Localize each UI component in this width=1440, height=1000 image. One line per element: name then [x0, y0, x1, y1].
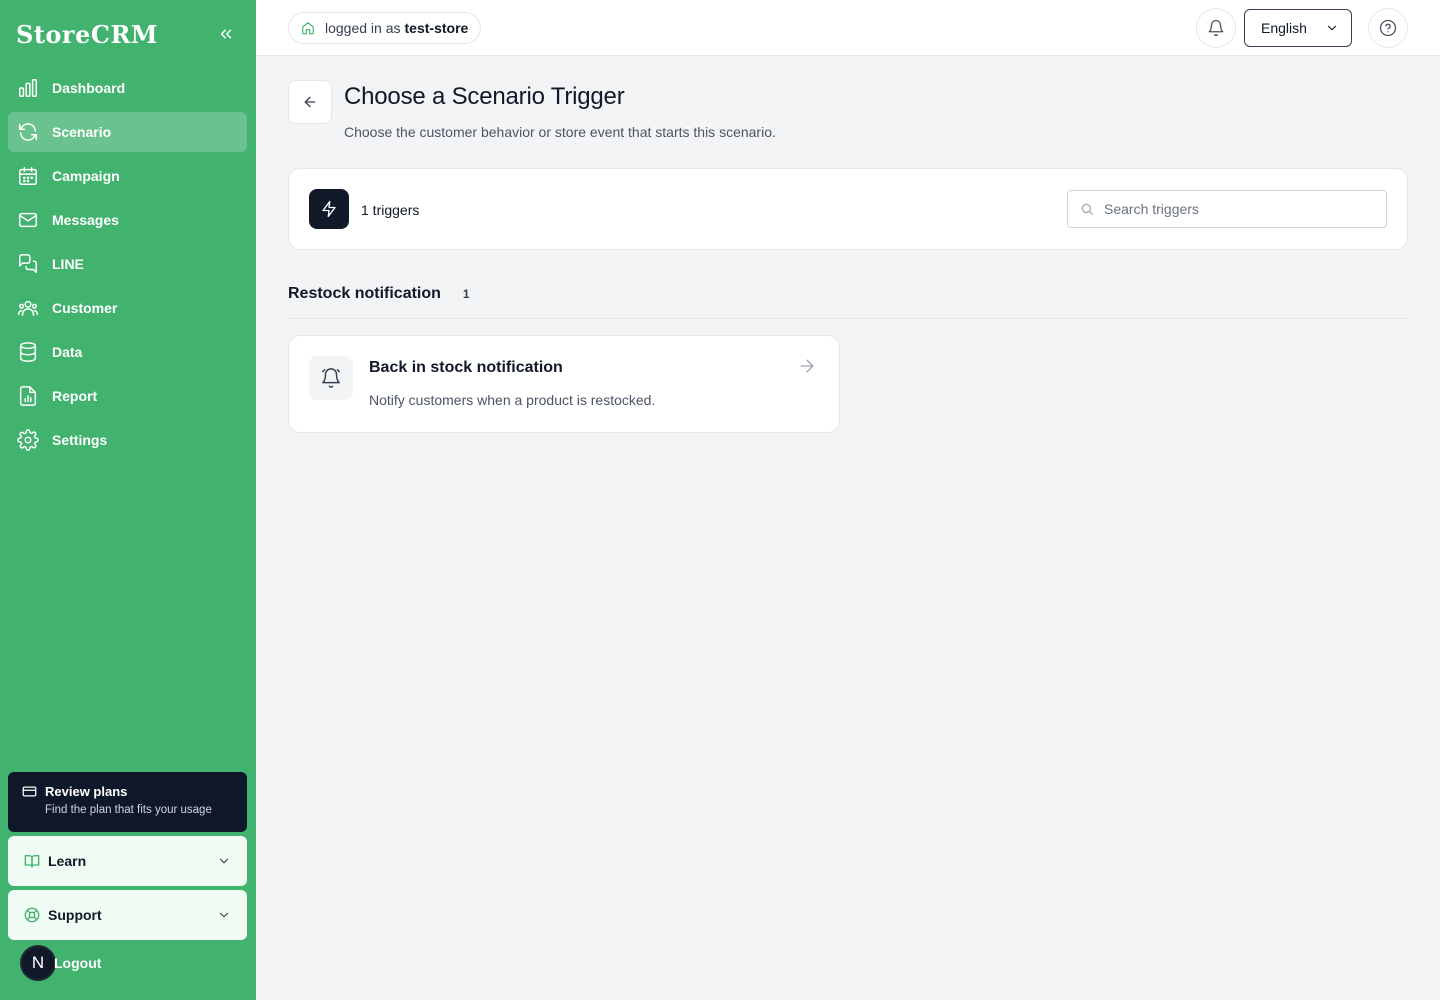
brand-logo: StoreCRM: [16, 20, 158, 49]
learn-accordion[interactable]: Learn: [8, 836, 247, 886]
sidebar-item-report[interactable]: Report: [8, 376, 247, 416]
logout-label: Logout: [54, 955, 102, 971]
sidebar-nav: Dashboard Scenario Campaign Messages LIN…: [8, 68, 247, 464]
store-name: test-store: [404, 20, 469, 36]
support-accordion[interactable]: Support: [8, 890, 247, 940]
chevron-down-icon: [219, 912, 229, 918]
chevron-down-icon: [1327, 25, 1337, 31]
mail-icon: [16, 208, 40, 232]
help-circle-icon: [1379, 19, 1397, 37]
review-plans-subtitle: Find the plan that fits your usage: [45, 804, 212, 816]
logged-in-prefix: logged in as: [325, 20, 401, 36]
section-header: Restock notification 1: [288, 285, 470, 303]
calendar-icon: [16, 164, 40, 188]
review-plans-card[interactable]: Review plans Find the plan that fits you…: [8, 772, 247, 832]
sidebar-item-label: Messages: [52, 212, 119, 228]
credit-card-icon: [22, 786, 37, 797]
sidebar-item-messages[interactable]: Messages: [8, 200, 247, 240]
trigger-card-back-in-stock[interactable]: Back in stock notification Notify custom…: [288, 335, 840, 433]
sidebar-item-label: Campaign: [52, 168, 120, 184]
trigger-count: 1 triggers: [361, 202, 420, 218]
sidebar-item-data[interactable]: Data: [8, 332, 247, 372]
logged-in-badge: logged in as test-store: [288, 12, 482, 44]
language-select[interactable]: English: [1244, 9, 1352, 47]
refresh-icon: [16, 120, 40, 144]
bolt-badge: [309, 189, 349, 229]
sidebar: StoreCRM Dashboard Scenario Campaign Mes…: [0, 0, 256, 1000]
chevron-down-icon: [219, 858, 229, 864]
trigger-count-card: 1 triggers: [288, 168, 1408, 250]
sidebar-item-label: Settings: [52, 432, 108, 448]
lightning-icon: [322, 200, 336, 218]
notifications-button[interactable]: [1196, 8, 1236, 48]
arrow-left-icon: [304, 96, 316, 108]
trigger-description: Notify customers when a product is resto…: [369, 392, 656, 408]
home-icon: [302, 22, 314, 35]
logout-button[interactable]: N Logout: [20, 945, 101, 981]
search-input[interactable]: [1104, 201, 1364, 217]
collapse-sidebar-button[interactable]: [214, 22, 238, 46]
sidebar-item-label: Report: [52, 388, 98, 404]
page-title: Choose a Scenario Trigger: [344, 83, 625, 110]
section-title: Restock notification: [288, 285, 441, 302]
section-count: 1: [462, 287, 470, 301]
sidebar-item-label: Dashboard: [52, 80, 126, 96]
sidebar-item-scenario[interactable]: Scenario: [8, 112, 247, 152]
sidebar-item-settings[interactable]: Settings: [8, 420, 247, 460]
search-field[interactable]: [1067, 190, 1387, 228]
sidebar-item-label: Scenario: [52, 124, 112, 140]
search-icon: [1081, 203, 1093, 215]
bar-chart-icon: [16, 76, 40, 100]
top-bar: logged in as test-store English: [256, 0, 1440, 56]
sidebar-item-campaign[interactable]: Campaign: [8, 156, 247, 196]
lifebuoy-icon: [24, 907, 40, 923]
back-button[interactable]: [288, 80, 332, 124]
arrow-right-icon: [800, 359, 814, 373]
section-divider: [288, 318, 1408, 319]
sidebar-item-dashboard[interactable]: Dashboard: [8, 68, 247, 108]
page-subtitle: Choose the customer behavior or store ev…: [344, 124, 776, 140]
sidebar-item-label: LINE: [52, 256, 84, 272]
trigger-icon-box: [309, 356, 353, 400]
book-icon: [24, 855, 40, 868]
sidebar-item-label: Data: [52, 344, 83, 360]
sidebar-item-customer[interactable]: Customer: [8, 288, 247, 328]
support-label: Support: [48, 907, 102, 923]
database-icon: [16, 340, 40, 364]
users-icon: [16, 296, 40, 320]
double-chevron-left-icon: [220, 29, 232, 39]
avatar[interactable]: N: [20, 945, 56, 981]
bell-icon: [322, 368, 340, 388]
sidebar-item-label: Customer: [52, 300, 118, 316]
gear-icon: [16, 428, 40, 452]
trigger-title: Back in stock notification: [369, 359, 563, 376]
review-plans-title: Review plans: [45, 784, 128, 799]
report-file-icon: [16, 384, 40, 408]
bell-icon: [1208, 19, 1224, 37]
language-value: English: [1261, 20, 1307, 36]
learn-label: Learn: [48, 853, 87, 869]
chat-bubbles-icon: [16, 252, 40, 276]
help-button[interactable]: [1368, 8, 1408, 48]
sidebar-item-line[interactable]: LINE: [8, 244, 247, 284]
